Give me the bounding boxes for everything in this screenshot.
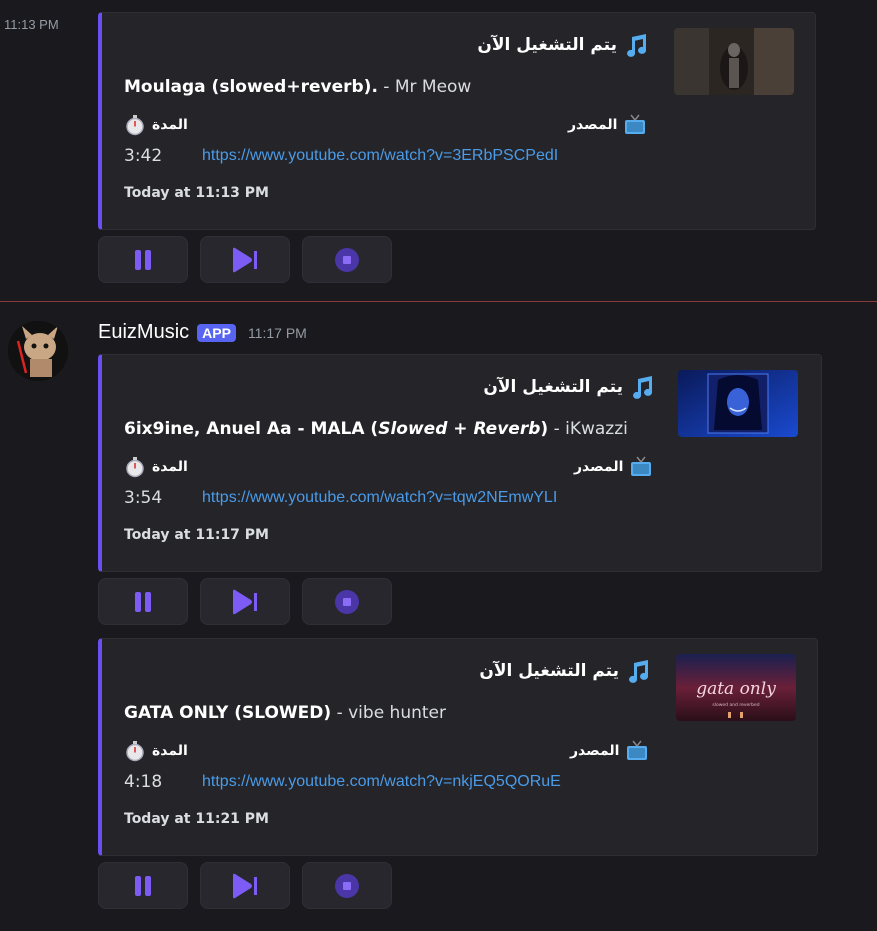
stop-icon [335, 873, 359, 898]
pause-button[interactable] [98, 236, 188, 283]
duration-value: 3:54 [124, 488, 163, 508]
skip-icon [233, 873, 257, 898]
track-info: GATA ONLY (SLOWED) - vibe hunter [124, 703, 446, 723]
pause-icon [135, 249, 151, 270]
track-thumbnail [674, 28, 794, 95]
pause-icon [135, 591, 151, 612]
track-thumbnail: gata only slowed and reverbed [676, 654, 796, 721]
skip-icon [233, 247, 257, 272]
track-info: 6ix9ine, Anuel Aa - MALA (Slowed + Rever… [124, 419, 628, 439]
now-playing-embed: يتم التشغيل الآن 6ix9ine, Anuel Aa - MAL… [98, 354, 822, 572]
stop-button[interactable] [302, 236, 392, 283]
pause-button[interactable] [98, 578, 188, 625]
stopwatch-icon [126, 741, 144, 762]
stop-button[interactable] [302, 578, 392, 625]
new-messages-divider [0, 301, 877, 302]
skip-icon [233, 589, 257, 614]
tv-icon [625, 114, 646, 134]
app-badge: APP [197, 323, 236, 342]
music-note-icon [633, 376, 653, 399]
duration-label: المدة [124, 114, 188, 136]
duration-label: المدة [124, 740, 188, 762]
thumbnail-subtitle: slowed and reverbed [712, 702, 759, 708]
skip-button[interactable] [200, 236, 290, 283]
source-label: المصدر [570, 740, 649, 762]
thumbnail-title: gata only [696, 679, 776, 699]
avatar[interactable] [8, 321, 68, 381]
source-link[interactable]: https://www.youtube.com/watch?v=nkjEQ5QO… [202, 773, 561, 791]
embed-title: يتم التشغيل الآن [483, 375, 655, 399]
duration-label: المدة [124, 456, 188, 478]
stop-icon [335, 589, 359, 614]
embed-title: يتم التشغيل الآن [477, 33, 649, 57]
duration-value: 3:42 [124, 146, 163, 166]
embed-footer-timestamp: Today at 11:13 PM [124, 185, 269, 201]
message-header: EuizMusic APP 11:17 PM [98, 321, 307, 344]
stop-button[interactable] [302, 862, 392, 909]
pause-icon [135, 875, 151, 896]
stop-icon [335, 247, 359, 272]
embed-title: يتم التشغيل الآن [479, 659, 651, 683]
now-playing-embed: يتم التشغيل الآن GATA ONLY (SLOWED) - vi… [98, 638, 818, 856]
pause-button[interactable] [98, 862, 188, 909]
source-label: المصدر [568, 114, 647, 136]
music-note-icon [627, 34, 647, 57]
skip-button[interactable] [200, 578, 290, 625]
stopwatch-icon [126, 457, 144, 478]
now-playing-embed: يتم التشغيل الآن Moulaga (slowed+reverb)… [98, 12, 816, 230]
embed-footer-timestamp: Today at 11:21 PM [124, 811, 269, 827]
source-link[interactable]: https://www.youtube.com/watch?v=3ERbPSCP… [202, 147, 558, 165]
embed-footer-timestamp: Today at 11:17 PM [124, 527, 269, 543]
music-note-icon [629, 660, 649, 683]
stopwatch-icon [126, 115, 144, 136]
source-label: المصدر [574, 456, 653, 478]
track-thumbnail [678, 370, 798, 437]
skip-button[interactable] [200, 862, 290, 909]
tv-icon [631, 456, 652, 476]
duration-value: 4:18 [124, 772, 163, 792]
message-timestamp: 11:17 PM [247, 324, 307, 341]
track-info: Moulaga (slowed+reverb). - Mr Meow [124, 77, 472, 97]
message-timestamp: 11:13 PM [4, 17, 59, 32]
tv-icon [627, 740, 648, 760]
username[interactable]: EuizMusic [98, 321, 189, 344]
source-link[interactable]: https://www.youtube.com/watch?v=tqw2NEmw… [202, 489, 557, 507]
